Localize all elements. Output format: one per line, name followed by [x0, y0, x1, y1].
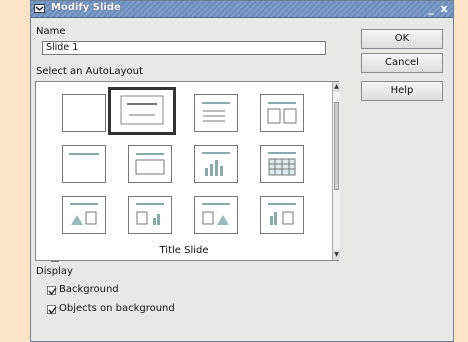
title-chart-icon — [202, 152, 230, 176]
background-checkbox[interactable] — [47, 286, 57, 296]
title-text-icon — [202, 102, 230, 122]
modify-slide-dialog: Modify Slide _ x Name Slide 1 Select an … — [30, 0, 454, 342]
title-only-icon — [69, 153, 99, 155]
scroll-up-icon[interactable]: ▲ — [333, 82, 340, 92]
help-button[interactable]: Help — [361, 81, 443, 101]
close-button[interactable]: x — [438, 3, 450, 14]
layout-title-clipart-text[interactable] — [62, 196, 106, 234]
autolayout-panel: Title Slide ▲ ▼ — [35, 81, 340, 261]
layout-title-two-text[interactable] — [260, 94, 304, 132]
minimize-button[interactable]: _ — [425, 3, 437, 14]
layout-title-only[interactable] — [62, 145, 106, 183]
title-chart-text-icon — [268, 203, 296, 225]
ok-button[interactable]: OK — [361, 29, 443, 49]
layout-scrollbar[interactable]: ▲ ▼ — [332, 82, 340, 260]
layout-centered-text[interactable] — [128, 145, 172, 183]
layout-title-chart-text[interactable] — [260, 196, 304, 234]
layout-title-text-clipart[interactable] — [194, 196, 238, 234]
centered-text-icon — [135, 153, 165, 175]
objects-background-checkbox[interactable] — [47, 305, 57, 315]
title-slide-icon — [120, 95, 164, 125]
display-label: Display — [36, 266, 73, 277]
title-table-icon — [268, 152, 296, 176]
scroll-thumb[interactable] — [334, 102, 339, 190]
scroll-down-icon[interactable]: ▼ — [333, 250, 340, 260]
objects-background-label: Objects on background — [59, 303, 175, 314]
window-title: Modify Slide — [51, 2, 121, 13]
window-menu-icon[interactable] — [34, 4, 45, 13]
title-two-text-icon — [267, 102, 297, 124]
layout-title-text-chart[interactable] — [128, 196, 172, 234]
name-input[interactable]: Slide 1 — [42, 41, 326, 55]
layout-title-chart[interactable] — [194, 145, 238, 183]
left-guide-line — [51, 261, 59, 262]
layout-title-slide[interactable] — [108, 87, 176, 135]
background-label: Background — [59, 284, 119, 295]
title-text-chart-icon — [136, 203, 164, 225]
selected-layout-caption: Title Slide — [159, 245, 209, 256]
title-clipart-text-icon — [70, 203, 98, 225]
cancel-button[interactable]: Cancel — [361, 53, 443, 73]
titlebar: Modify Slide _ x — [31, 1, 453, 18]
title-text-clipart-icon — [202, 203, 230, 225]
layout-title-text[interactable] — [194, 94, 238, 132]
name-label: Name — [36, 26, 66, 37]
layout-blank-slide[interactable] — [62, 94, 106, 132]
autolayout-label: Select an AutoLayout — [36, 66, 143, 77]
layout-title-table[interactable] — [260, 145, 304, 183]
